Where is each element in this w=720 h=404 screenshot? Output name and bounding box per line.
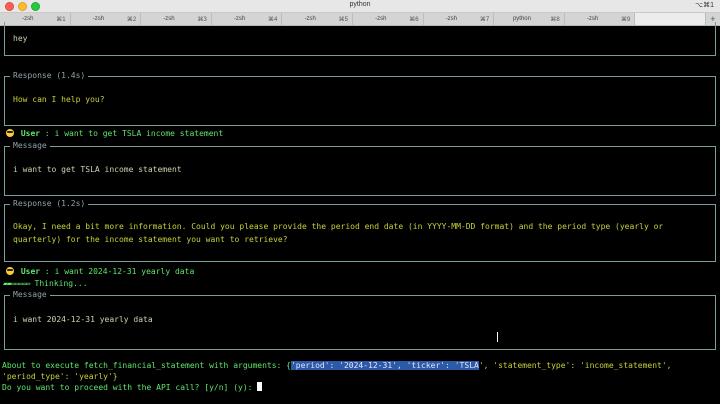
user-separator: : <box>44 129 50 138</box>
execute-notice: About to execute fetch_financial_stateme… <box>2 360 671 371</box>
progress-spinner-icon: ▰▰▱▱▱▱▱ <box>3 279 31 288</box>
message-panel-1: hey <box>4 22 716 56</box>
confirm-question: Do you want to proceed with the API call… <box>2 383 258 392</box>
user-text: i want to get TSLA income statement <box>54 129 224 138</box>
message-panel-3: Message i want 2024-12-31 yearly data <box>4 290 716 350</box>
message-text: hey <box>13 34 28 43</box>
user-label: User <box>20 129 41 138</box>
response-line-2: quarterly) for the income statement you … <box>13 235 288 244</box>
terminal-output[interactable]: hey Response (1.4s) How can I help you? … <box>0 22 720 404</box>
mouse-ibeam-cursor-icon <box>497 332 498 342</box>
user-label: User <box>20 267 41 276</box>
response-panel-1: Response (1.4s) How can I help you? <box>4 71 716 126</box>
message-text: i want 2024-12-31 yearly data <box>13 315 153 324</box>
confirm-prompt[interactable]: Do you want to proceed with the API call… <box>2 382 263 393</box>
response-line-1: Okay, I need a bit more information. Cou… <box>13 222 664 231</box>
message-title: Message <box>10 290 50 300</box>
thinking-indicator: ▰▰▱▱▱▱▱ Thinking... <box>3 279 88 289</box>
response-title: Response (1.2s) <box>10 199 89 209</box>
window-titlebar[interactable]: python ⌥⌘1 <box>0 0 720 13</box>
window-title: python <box>349 1 371 8</box>
smiley-face-icon <box>6 129 14 137</box>
smiley-face-icon <box>6 267 14 275</box>
response-panel-2: Response (1.2s) Okay, I need a bit more … <box>4 199 716 262</box>
text-cursor <box>257 382 263 391</box>
response-title: Response (1.4s) <box>10 71 89 81</box>
message-panel-2: Message i want to get TSLA income statem… <box>4 141 716 196</box>
message-text: i want to get TSLA income statement <box>13 165 182 174</box>
remaining-arguments: ', 'statement_type': 'income_statement', <box>478 361 672 370</box>
user-input-line-1: User : i want to get TSLA income stateme… <box>6 129 223 139</box>
thinking-text: Thinking... <box>34 279 88 288</box>
selected-arguments[interactable]: 'period': '2024-12-31', 'ticker': 'TSLA <box>290 361 479 370</box>
window-shortcut: ⌥⌘1 <box>695 2 714 9</box>
response-text: How can I help you? <box>13 95 105 104</box>
user-separator: : <box>44 267 50 276</box>
message-title: Message <box>10 141 50 151</box>
user-text: i want 2024-12-31 yearly data <box>54 267 195 276</box>
user-input-line-2: User : i want 2024-12-31 yearly data <box>6 267 194 277</box>
execute-notice-line-2: 'period_type': 'yearly'} <box>2 371 118 382</box>
execute-prefix: About to execute fetch_financial_stateme… <box>2 361 291 370</box>
response-text: Okay, I need a bit more information. Cou… <box>13 220 707 246</box>
arguments-continued: 'period_type': 'yearly'} <box>2 372 118 381</box>
